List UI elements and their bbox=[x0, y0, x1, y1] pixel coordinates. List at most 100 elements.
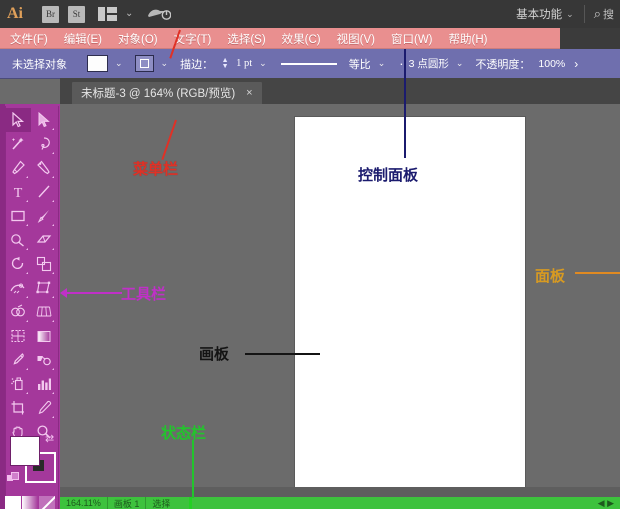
toolbar-leader-arrow-icon bbox=[60, 288, 67, 298]
tool-group-corner-icon bbox=[26, 224, 28, 226]
panel-annotation: 面板 bbox=[535, 265, 565, 286]
tool-group-corner-icon bbox=[52, 392, 54, 394]
magic-wand-tool[interactable] bbox=[5, 132, 31, 156]
lasso-tool[interactable] bbox=[31, 132, 57, 156]
tool-group-corner-icon bbox=[52, 200, 54, 202]
gradient-button[interactable] bbox=[22, 496, 38, 509]
selection-tool[interactable] bbox=[5, 108, 31, 132]
control-bar-overflow-arrow-icon[interactable]: › bbox=[574, 57, 578, 71]
svg-text:T: T bbox=[14, 186, 23, 200]
status-artboard-name[interactable]: 画板 1 bbox=[108, 497, 146, 509]
tool-group-corner-icon bbox=[26, 368, 28, 370]
control-panel-annotation: 控制面板 bbox=[358, 164, 418, 185]
eyedropper-tool[interactable] bbox=[5, 348, 31, 372]
perspective-grid-tool[interactable] bbox=[31, 300, 57, 324]
eraser-tool[interactable] bbox=[31, 228, 57, 252]
menu-item-edit[interactable]: 编辑(E) bbox=[56, 31, 110, 47]
mesh-tool[interactable] bbox=[5, 324, 31, 348]
document-tab[interactable]: 未标题-3 @ 164% (RGB/预览) × bbox=[72, 82, 262, 104]
tool-group-corner-icon bbox=[52, 176, 54, 178]
menu-bar: 文件(F) 编辑(E) 对象(O) 文字(T) 选择(S) 效果(C) 视图(V… bbox=[0, 28, 560, 49]
add-anchor-point-tool[interactable] bbox=[31, 156, 57, 180]
swap-fill-stroke-icon[interactable]: ⇄ bbox=[45, 434, 54, 445]
status-zoom-level[interactable]: 164.11% bbox=[60, 498, 107, 508]
fill-color-swatch[interactable] bbox=[87, 55, 108, 72]
artboard-annotation: 画板 bbox=[199, 343, 229, 364]
workspace-chevron-down-icon[interactable]: ⌄ bbox=[566, 9, 574, 20]
brush-dot-icon: · bbox=[399, 59, 403, 69]
stroke-weight-stepper[interactable]: ▲▼ bbox=[221, 57, 229, 71]
bridge-button[interactable]: Br bbox=[42, 6, 59, 23]
pen-tool[interactable] bbox=[5, 156, 31, 180]
free-transform-tool[interactable] bbox=[31, 276, 57, 300]
brush-definition-label[interactable]: · 3 点圆形 bbox=[399, 56, 449, 71]
tool-group-corner-icon bbox=[52, 416, 54, 418]
stroke-color-swatch[interactable] bbox=[135, 55, 154, 72]
panel-leader-line bbox=[575, 272, 620, 274]
opacity-input[interactable]: 100% bbox=[538, 58, 565, 70]
none-button[interactable] bbox=[39, 496, 55, 509]
tools-panel: T bbox=[0, 104, 60, 509]
color-mode-buttons bbox=[5, 496, 57, 509]
pencil-tool[interactable] bbox=[5, 228, 31, 252]
color-button[interactable] bbox=[5, 496, 21, 509]
column-graph-tool[interactable] bbox=[31, 372, 57, 396]
rectangle-tool[interactable] bbox=[5, 204, 31, 228]
menu-item-view[interactable]: 视图(V) bbox=[329, 31, 383, 47]
workspace-switcher-label[interactable]: 基本功能 bbox=[516, 6, 562, 22]
paintbrush-tool[interactable] bbox=[31, 204, 57, 228]
direct-selection-tool[interactable] bbox=[31, 108, 57, 132]
tool-group-corner-icon bbox=[26, 176, 28, 178]
artboard-tool[interactable] bbox=[5, 396, 31, 420]
document-tab-title: 未标题-3 @ 164% (RGB/预览) bbox=[81, 85, 235, 101]
gradient-tool[interactable] bbox=[31, 324, 57, 348]
menu-item-select[interactable]: 选择(S) bbox=[219, 31, 273, 47]
menu-item-object[interactable]: 对象(O) bbox=[110, 31, 166, 47]
blend-tool[interactable] bbox=[31, 348, 57, 372]
default-fill-stroke-icon[interactable] bbox=[7, 472, 17, 482]
menu-item-file[interactable]: 文件(F) bbox=[0, 31, 56, 47]
arrange-documents-icon[interactable] bbox=[98, 7, 117, 21]
stroke-weight-chevron-down-icon[interactable]: ⌄ bbox=[259, 58, 267, 69]
search-input[interactable]: 搜 bbox=[603, 6, 614, 22]
type-tool[interactable]: T bbox=[5, 180, 31, 204]
line-segment-tool[interactable] bbox=[31, 180, 57, 204]
status-navigation-arrows[interactable]: ◀ ▶ bbox=[592, 498, 620, 509]
tools-grid: T bbox=[5, 108, 57, 444]
stroke-chevron-down-icon[interactable]: ⌄ bbox=[161, 58, 169, 69]
tool-group-corner-icon bbox=[52, 128, 54, 130]
menu-item-help[interactable]: 帮助(H) bbox=[441, 31, 496, 47]
status-bar-highlight-marker bbox=[189, 497, 192, 509]
slice-tool[interactable] bbox=[31, 396, 57, 420]
control-panel-leader-line bbox=[404, 78, 406, 158]
tool-group-corner-icon bbox=[26, 248, 28, 250]
tool-group-corner-icon bbox=[52, 152, 54, 154]
menu-item-effect[interactable]: 效果(C) bbox=[274, 31, 329, 47]
rotate-tool[interactable] bbox=[5, 252, 31, 276]
menu-item-window[interactable]: 窗口(W) bbox=[383, 31, 441, 47]
search-icon[interactable]: ⌕ bbox=[594, 6, 601, 22]
stroke-profile-label[interactable]: 等比 bbox=[349, 56, 371, 72]
scale-tool[interactable] bbox=[31, 252, 57, 276]
stock-button[interactable]: St bbox=[68, 6, 85, 23]
opacity-label: 不透明度： bbox=[475, 56, 530, 72]
width-tool[interactable] bbox=[5, 276, 31, 300]
tool-group-corner-icon bbox=[26, 296, 28, 298]
fill-chevron-down-icon[interactable]: ⌄ bbox=[115, 58, 123, 69]
toolbar-leader-line bbox=[62, 292, 122, 294]
creative-cloud-icon[interactable] bbox=[147, 6, 171, 22]
color-swatches: ⇄ bbox=[5, 434, 57, 490]
shape-builder-tool[interactable] bbox=[5, 300, 31, 324]
close-icon[interactable]: × bbox=[246, 87, 252, 99]
document-tab-bar: 未标题-3 @ 164% (RGB/预览) × bbox=[60, 78, 620, 104]
appbar-divider bbox=[584, 5, 585, 23]
tool-group-corner-icon bbox=[52, 320, 54, 322]
stroke-profile-chevron-down-icon[interactable]: ⌄ bbox=[378, 58, 386, 69]
status-bar-annotation: 状态栏 bbox=[161, 422, 206, 443]
fill-color-swatch-tool[interactable] bbox=[10, 436, 40, 466]
arrange-chevron-down-icon[interactable]: ⌄ bbox=[125, 9, 133, 19]
brush-chevron-down-icon[interactable]: ⌄ bbox=[456, 58, 464, 69]
symbol-sprayer-tool[interactable] bbox=[5, 372, 31, 396]
stroke-weight-input[interactable]: 1 pt bbox=[236, 58, 252, 69]
status-current-tool[interactable]: 选择 bbox=[146, 497, 176, 509]
